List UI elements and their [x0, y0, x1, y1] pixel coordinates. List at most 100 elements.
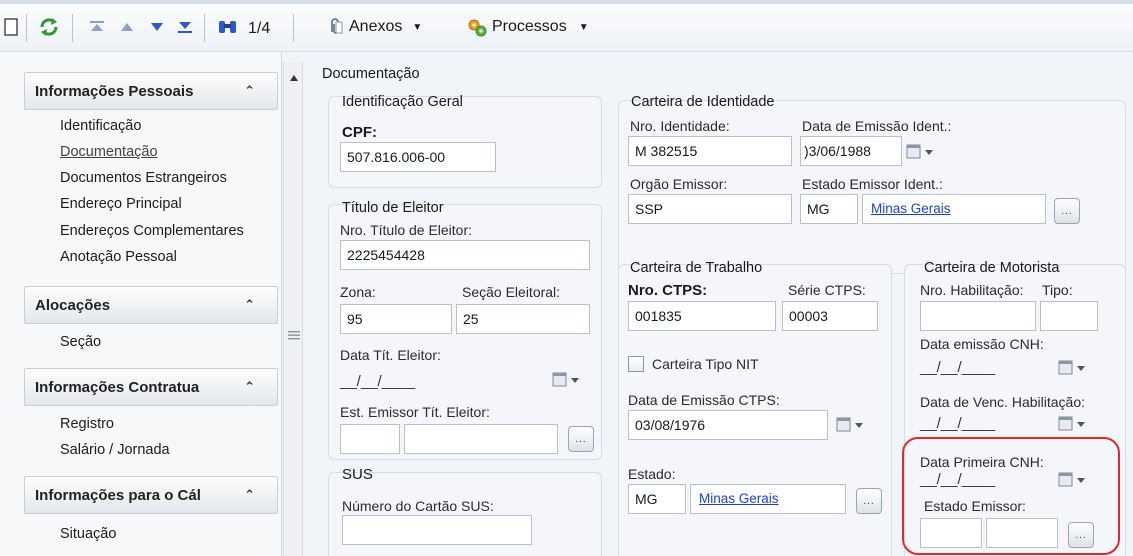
data-vencimento-calendar-button[interactable]: [1058, 414, 1088, 434]
chevron-down-icon: ▼: [578, 21, 589, 33]
orgao-emissor-input[interactable]: SSP: [628, 194, 792, 224]
habilitacao-numero-input[interactable]: [920, 301, 1036, 331]
nav-item-identificacao[interactable]: Identificação: [60, 118, 141, 134]
cpf-input[interactable]: 507.816.006-00: [340, 142, 496, 172]
collapse-chevron-icon[interactable]: ⌃: [244, 297, 255, 313]
data-titulo-label: Data Tít. Eleitor:: [340, 347, 441, 363]
collapse-chevron-icon[interactable]: ⌃: [244, 83, 255, 99]
section-header-informacoes-contratuais[interactable]: Informações Contratua ⌃: [24, 368, 278, 406]
chevron-down-icon: ▼: [412, 21, 423, 33]
estado-emissor-ident-nome-input[interactable]: Minas Gerais: [862, 194, 1046, 224]
last-record-button[interactable]: [174, 14, 196, 40]
orgao-emissor-label: Orgão Emissor:: [630, 176, 728, 192]
nav-item-documentacao[interactable]: Documentação: [60, 144, 158, 160]
data-titulo-input[interactable]: __/__/____: [340, 368, 415, 398]
toolbar-separator: [293, 14, 294, 42]
collapse-chevron-icon[interactable]: ⌃: [244, 487, 255, 503]
toolbar-separator: [72, 14, 73, 42]
ctps-numero-input[interactable]: 001835: [628, 301, 776, 331]
group-title: Identificação Geral: [342, 94, 463, 110]
first-record-button[interactable]: [86, 14, 108, 40]
section-title: Informações Pessoais: [35, 82, 194, 100]
new-record-button[interactable]: [2, 14, 20, 40]
nav-item-anotacao-pessoal[interactable]: Anotação Pessoal: [60, 249, 177, 265]
toolbar: 1/4 Anexos ▼ Processos ▼: [0, 0, 1133, 52]
zona-label: Zona:: [340, 284, 376, 300]
estado-emissor-ident-label: Estado Emissor Ident.:: [802, 176, 943, 192]
toolbar-separator: [204, 14, 205, 42]
binoculars-icon: [219, 21, 236, 33]
nav-item-secao[interactable]: Seção: [60, 334, 101, 350]
nav-item-enderecos-complementares[interactable]: Endereços Complementares: [60, 223, 244, 239]
previous-record-button[interactable]: [116, 14, 138, 40]
section-title: Alocações: [35, 296, 111, 314]
scroll-grip-icon[interactable]: [288, 330, 300, 340]
data-emissao-cnh-calendar-button[interactable]: [1058, 358, 1088, 378]
processes-label: Processos: [492, 18, 567, 35]
data-emissao-ident-label: Data de Emissão Ident.:: [802, 118, 952, 134]
data-titulo-calendar-button[interactable]: [552, 370, 582, 390]
refresh-button[interactable]: [36, 14, 62, 40]
arrow-down-icon: [151, 23, 163, 31]
titulo-numero-label: Nro. Título de Eleitor:: [340, 222, 473, 238]
estado-emissor-ident-uf-input[interactable]: MG: [800, 194, 858, 224]
carteira-tipo-nit-label: Carteira Tipo NIT: [652, 356, 759, 372]
data-vencimento-input[interactable]: __/__/____: [920, 410, 995, 440]
estado-titulo-nome-input[interactable]: [404, 424, 558, 454]
section-title: Informações Contratua: [35, 378, 200, 396]
collapse-chevron-icon[interactable]: ⌃: [244, 379, 255, 395]
serie-ctps-input[interactable]: 00003: [782, 301, 878, 331]
group-title: Carteira de Identidade: [631, 94, 775, 110]
estado-ctps-nome-input[interactable]: Minas Gerais: [690, 484, 846, 514]
cartao-sus-input[interactable]: [342, 515, 532, 545]
section-header-alocacoes[interactable]: Alocações ⌃: [24, 286, 278, 324]
data-emissao-ctps-input[interactable]: 03/08/1976: [628, 410, 828, 440]
data-emissao-ident-calendar-button[interactable]: [906, 142, 936, 162]
nav-item-salario-jornada[interactable]: Salário / Jornada: [60, 442, 170, 458]
refresh-icon: [40, 18, 58, 36]
group-title: Título de Eleitor: [342, 200, 444, 216]
estado-emissor-ident-lookup-button[interactable]: ...: [1054, 198, 1080, 224]
estado-ctps-uf-input[interactable]: MG: [628, 484, 686, 514]
sidebar-scrollbar[interactable]: [283, 62, 303, 556]
data-emissao-ctps-calendar-button[interactable]: [836, 415, 866, 435]
last-record-icon: [178, 22, 192, 33]
secao-eleitoral-input[interactable]: 25: [456, 304, 590, 334]
estado-ctps-lookup-button[interactable]: ...: [856, 488, 882, 514]
zona-input[interactable]: 95: [340, 304, 452, 334]
data-emissao-cnh-label: Data emissão CNH:: [920, 336, 1044, 352]
scroll-up-arrow-icon[interactable]: [289, 74, 299, 82]
next-record-button[interactable]: [146, 14, 168, 40]
data-emissao-ctps-label: Data de Emissão CTPS:: [628, 392, 780, 408]
paperclip-icon: [331, 18, 343, 34]
titulo-numero-input[interactable]: 2225454428: [340, 240, 590, 270]
cartao-sus-label: Número do Cartão SUS:: [342, 498, 494, 514]
identidade-numero-label: Nro. Identidade:: [630, 118, 730, 134]
nav-item-registro[interactable]: Registro: [60, 416, 114, 432]
attachments-menu-button[interactable]: Anexos ▼: [325, 14, 455, 40]
document-icon: [4, 18, 18, 36]
calendar-dropdown-icon: [1058, 416, 1085, 431]
estado-ctps-link[interactable]: Minas Gerais: [699, 491, 779, 506]
calendar-dropdown-icon: [552, 372, 579, 387]
identidade-numero-input[interactable]: M 382515: [628, 136, 792, 166]
estado-titulo-lookup-button[interactable]: ...: [568, 426, 594, 452]
nav-item-situacao[interactable]: Situação: [60, 526, 116, 542]
page-title: Documentação: [322, 66, 420, 82]
nav-item-endereco-principal[interactable]: Endereço Principal: [60, 196, 182, 212]
find-button[interactable]: [214, 14, 242, 40]
section-header-informacoes-calculo[interactable]: Informações para o Cál ⌃: [24, 476, 278, 514]
estado-titulo-uf-input[interactable]: [340, 424, 400, 454]
habilitacao-tipo-label: Tipo:: [1042, 282, 1073, 298]
processes-menu-button[interactable]: Processos ▼: [466, 14, 616, 40]
carteira-tipo-nit-checkbox[interactable]: [628, 356, 644, 372]
data-emissao-ident-input[interactable]: )3/06/1988: [800, 136, 902, 166]
estado-titulo-label: Est. Emissor Tít. Eleitor:: [340, 404, 490, 420]
nav-item-documentos-estrangeiros[interactable]: Documentos Estrangeiros: [60, 170, 227, 186]
secao-eleitoral-label: Seção Eleitoral:: [462, 284, 561, 300]
estado-emissor-ident-link[interactable]: Minas Gerais: [871, 201, 951, 216]
habilitacao-tipo-input[interactable]: [1040, 301, 1098, 331]
section-header-informacoes-pessoais[interactable]: Informações Pessoais ⌃: [24, 72, 278, 110]
data-emissao-cnh-input[interactable]: __/__/____: [920, 354, 995, 384]
page-indicator: 1/4: [248, 20, 271, 37]
